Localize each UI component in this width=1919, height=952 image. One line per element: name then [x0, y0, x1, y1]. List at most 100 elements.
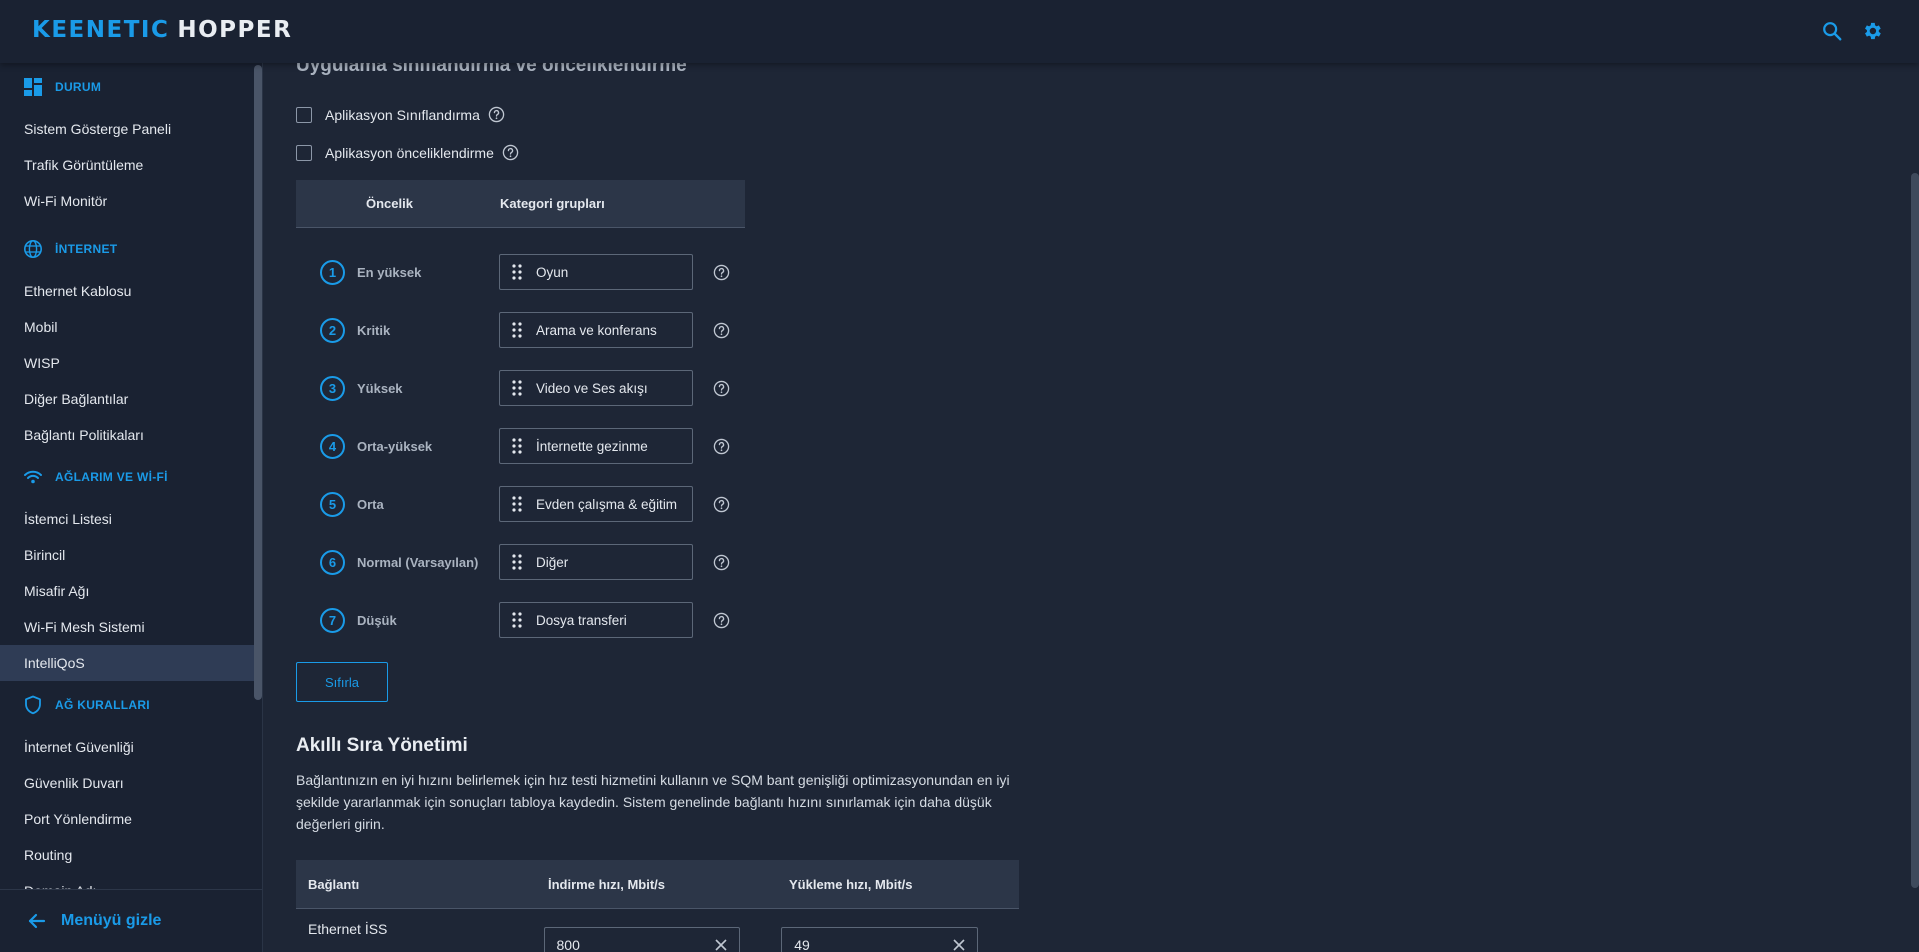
priority-row: 7 Düşük Dosya transferi [296, 591, 745, 649]
priority-row: 6 Normal (Varsayılan) Diğer [296, 533, 745, 591]
logo[interactable]: KEENETIC HOPPER [32, 17, 292, 43]
help-icon[interactable] [713, 264, 730, 281]
help-icon[interactable] [713, 380, 730, 397]
sidebar-section-internet[interactable]: İNTERNET [0, 225, 262, 273]
col-connection: Bağlantı [308, 876, 360, 892]
gear-icon[interactable] [1861, 20, 1883, 42]
app-classification-checkbox[interactable] [296, 106, 312, 123]
sidebar-item-primary[interactable]: Birincil [0, 537, 262, 573]
category-group-item[interactable]: Oyun [499, 254, 693, 290]
connection-name: Ethernet İSS [308, 921, 388, 937]
priority-label: Düşük [357, 612, 397, 628]
sidebar-item-guest[interactable]: Misafir Ağı [0, 573, 262, 609]
top-icons [1821, 20, 1883, 42]
help-icon[interactable] [713, 554, 730, 571]
sidebar-item-client-list[interactable]: İstemci Listesi [0, 501, 262, 537]
clear-icon[interactable] [953, 939, 965, 951]
drag-handle-icon[interactable] [512, 438, 522, 454]
section-title: Uygulama sınıflandırma ve önceliklendirm… [296, 63, 687, 76]
category-group-item[interactable]: İnternette gezinme [499, 428, 693, 464]
priority-row: 3 Yüksek Video ve Ses akışı [296, 359, 745, 417]
sqm-table-header: Bağlantı İndirme hızı, Mbit/s Yükleme hı… [296, 860, 1019, 909]
category-group-item[interactable]: Dosya transferi [499, 602, 693, 638]
help-icon[interactable] [502, 144, 519, 161]
logo-brand: KEENETIC [32, 17, 170, 43]
sqm-title: Akıllı Sıra Yönetimi [296, 735, 468, 756]
category-group-item[interactable]: Arama ve konferans [499, 312, 693, 348]
sidebar-item-mesh[interactable]: Wi-Fi Mesh Sistemi [0, 609, 262, 645]
priority-label: Orta-yüksek [357, 438, 433, 454]
priority-number: 5 [320, 491, 345, 517]
checkbox-row-prioritization: Aplikasyon önceliklendirme [296, 144, 519, 161]
sidebar-item-other-connections[interactable]: Diğer Bağlantılar [0, 381, 262, 417]
sidebar-section-label: AĞ KURALLARI [55, 698, 150, 712]
drag-handle-icon[interactable] [512, 322, 522, 338]
drag-handle-icon[interactable] [512, 554, 522, 570]
drag-handle-icon[interactable] [512, 380, 522, 396]
checkbox-row-classification: Aplikasyon Sınıflandırma [296, 106, 505, 123]
upload-speed-value: 49 [794, 937, 810, 952]
drag-handle-icon[interactable] [512, 496, 522, 512]
sidebar-item-wisp[interactable]: WISP [0, 345, 262, 381]
sidebar-menu: DURUM Sistem Gösterge Paneli Trafik Görü… [0, 63, 262, 889]
priority-label: Yüksek [357, 380, 403, 396]
help-icon[interactable] [713, 496, 730, 513]
priority-number: 1 [320, 259, 345, 285]
sidebar-item-routing[interactable]: Routing [0, 837, 262, 873]
sidebar-item-port-forwarding[interactable]: Port Yönlendirme [0, 801, 262, 837]
sidebar: DURUM Sistem Gösterge Paneli Trafik Görü… [0, 63, 263, 952]
search-icon[interactable] [1821, 20, 1843, 42]
category-group-label: Oyun [536, 264, 569, 280]
clear-icon[interactable] [715, 939, 727, 951]
category-group-label: Evden çalışma & eğitim [536, 496, 678, 512]
sidebar-item-ethernet[interactable]: Ethernet Kablosu [0, 273, 262, 309]
category-group-item[interactable]: Evden çalışma & eğitim [499, 486, 693, 522]
sidebar-section-label: DURUM [55, 80, 102, 94]
priority-label: En yüksek [357, 264, 422, 280]
sidebar-item-internet-security[interactable]: İnternet Güvenliği [0, 729, 262, 765]
help-icon[interactable] [713, 438, 730, 455]
sidebar-item-connection-policies[interactable]: Bağlantı Politikaları [0, 417, 262, 453]
download-speed-input[interactable]: 800 [543, 927, 741, 952]
sidebar-scrollbar[interactable] [254, 65, 262, 700]
sidebar-item-wifi-monitor[interactable]: Wi-Fi Monitör [0, 183, 262, 219]
sidebar-item-domain-name[interactable]: Domain Adı [0, 873, 262, 889]
arrow-left-icon [28, 913, 46, 929]
sidebar-section-durum[interactable]: DURUM [0, 63, 262, 111]
sqm-table: Bağlantı İndirme hızı, Mbit/s Yükleme hı… [296, 860, 1019, 952]
help-icon[interactable] [713, 612, 730, 629]
category-group-item[interactable]: Diğer [499, 544, 693, 580]
reset-button[interactable]: Sıfırla [296, 662, 388, 702]
sidebar-section-label: İNTERNET [55, 242, 118, 256]
sidebar-section-network-rules[interactable]: AĞ KURALLARI [0, 681, 262, 729]
category-group-item[interactable]: Video ve Ses akışı [499, 370, 693, 406]
app-prioritization-label: Aplikasyon önceliklendirme [325, 144, 494, 161]
hide-menu-button[interactable]: Menüyü gizle [0, 889, 262, 952]
sidebar-item-mobile[interactable]: Mobil [0, 309, 262, 345]
priority-table: Öncelik Kategori grupları 1 En yüksek Oyun… [296, 180, 745, 638]
download-speed-value: 800 [556, 937, 580, 952]
upload-speed-input[interactable]: 49 [781, 927, 979, 952]
priority-number: 6 [320, 549, 345, 575]
help-icon[interactable] [713, 322, 730, 339]
logo-model: HOPPER [177, 17, 293, 43]
sidebar-section-networks[interactable]: AĞLARIM VE Wİ-Fİ [0, 453, 262, 501]
drag-handle-icon[interactable] [512, 264, 522, 280]
sidebar-item-intelliqos[interactable]: IntelliQoS [0, 645, 262, 681]
drag-handle-icon[interactable] [512, 612, 522, 628]
main-scrollbar[interactable] [1911, 173, 1919, 888]
priority-label: Kritik [357, 322, 391, 338]
sidebar-item-system-dashboard[interactable]: Sistem Gösterge Paneli [0, 111, 262, 147]
help-icon[interactable] [488, 106, 505, 123]
app-prioritization-checkbox[interactable] [296, 144, 312, 161]
sidebar-item-firewall[interactable]: Güvenlik Duvarı [0, 765, 262, 801]
col-priority: Öncelik [366, 196, 413, 211]
priority-number: 4 [320, 433, 345, 459]
sidebar-item-traffic[interactable]: Trafik Görüntüleme [0, 147, 262, 183]
priority-row: 4 Orta-yüksek İnternette gezinme [296, 417, 745, 475]
category-group-label: İnternette gezinme [536, 438, 648, 454]
sqm-description: Bağlantınızın en iyi hızını belirlemek i… [296, 772, 1010, 832]
category-group-label: Diğer [536, 554, 569, 570]
priority-number: 3 [320, 375, 345, 401]
shield-icon [25, 695, 41, 715]
